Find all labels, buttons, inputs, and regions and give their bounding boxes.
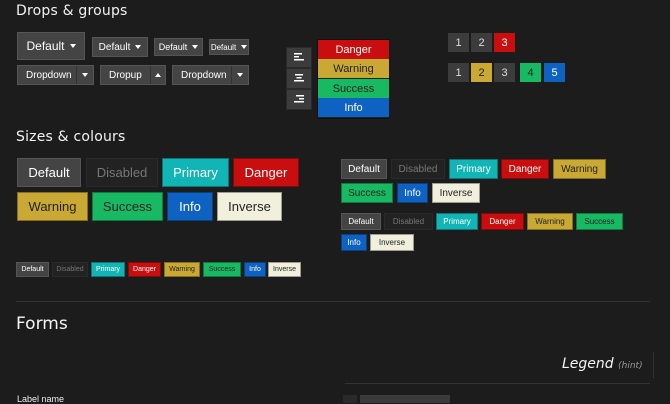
inverse-button-mini[interactable]: Inverse: [268, 262, 301, 277]
warning-button-medium[interactable]: Warning: [553, 159, 606, 179]
warning-button-large[interactable]: Warning: [17, 192, 88, 221]
primary-button-medium[interactable]: Primary: [449, 159, 498, 179]
success-button-mini[interactable]: Success: [203, 262, 241, 277]
caret-down-icon: [69, 44, 76, 48]
caret-down-icon: [241, 45, 248, 49]
warning-button-mini[interactable]: Warning: [164, 262, 200, 277]
inverse-button-small[interactable]: Inverse: [370, 234, 414, 251]
default-button-mini[interactable]: Default: [16, 262, 49, 277]
success-button-medium[interactable]: Success: [341, 183, 393, 203]
button-label: Default: [158, 42, 188, 52]
page-button-info[interactable]: 5: [544, 63, 565, 82]
default-button-large[interactable]: Default: [17, 158, 81, 187]
align-button-group: [286, 47, 312, 110]
inverse-button-large[interactable]: Inverse: [217, 192, 282, 221]
align-left-icon: [294, 53, 304, 61]
dropdown-menu: Danger Warning Success Info: [317, 39, 390, 119]
input-addon: [343, 395, 357, 403]
success-button-small[interactable]: Success: [576, 213, 623, 230]
menu-item-success[interactable]: Success: [318, 79, 389, 98]
success-button-large[interactable]: Success: [92, 192, 163, 221]
caret-down-icon: [135, 45, 142, 49]
danger-button-small[interactable]: Danger: [481, 213, 524, 230]
info-button-large[interactable]: Info: [167, 192, 213, 221]
info-button-mini[interactable]: Info: [244, 262, 266, 277]
menu-item-danger[interactable]: Danger: [318, 40, 389, 59]
split-dropup-button[interactable]: Dropup: [100, 65, 166, 85]
section-divider: [16, 301, 650, 302]
caret-down-icon: [192, 45, 199, 49]
split-toggle[interactable]: [150, 66, 165, 84]
section-title-drops: Drops & groups: [16, 3, 128, 19]
info-button-small[interactable]: Info: [341, 234, 367, 251]
caret-down-icon: [82, 73, 88, 77]
split-dropdown-button[interactable]: Dropdown: [17, 65, 94, 85]
default-button-small[interactable]: Default: [341, 213, 381, 230]
button-label: Dropup: [109, 69, 142, 81]
info-button-medium[interactable]: Info: [397, 183, 428, 203]
primary-button-mini[interactable]: Primary: [91, 262, 125, 277]
align-left-button[interactable]: [286, 47, 312, 68]
legend-title: Legend: [562, 356, 614, 372]
align-center-icon: [294, 74, 304, 82]
page-button[interactable]: 1: [448, 63, 469, 82]
caret-up-icon: [155, 73, 161, 77]
page-button[interactable]: 3: [494, 63, 515, 82]
menu-item-info[interactable]: Info: [318, 98, 389, 117]
legend-edge: [653, 352, 654, 378]
form-label: Label name: [17, 394, 65, 404]
legend-hint: (hint): [618, 361, 643, 371]
page-button-success[interactable]: 4: [520, 63, 541, 82]
dropdown-default-small[interactable]: Default: [154, 38, 203, 56]
dropdown-default-mini[interactable]: Default: [209, 39, 249, 55]
disabled-button-medium: Disabled: [391, 159, 445, 179]
split-toggle[interactable]: [231, 66, 248, 84]
button-label: Default: [210, 42, 237, 52]
page-button[interactable]: 2: [471, 33, 492, 52]
warning-button-small[interactable]: Warning: [527, 213, 573, 230]
align-right-button[interactable]: [286, 89, 312, 110]
danger-button-large[interactable]: Danger: [233, 158, 299, 187]
legend-divider: [345, 383, 650, 384]
button-label: Dropdown: [26, 69, 72, 81]
disabled-button-small: Disabled: [384, 213, 433, 230]
split-toggle[interactable]: [76, 66, 93, 84]
align-center-button[interactable]: [286, 68, 312, 89]
text-input[interactable]: [360, 395, 450, 403]
inverse-button-medium[interactable]: Inverse: [432, 183, 480, 203]
page-button[interactable]: 1: [448, 33, 469, 52]
disabled-button-mini: Disabled: [52, 262, 88, 277]
dropdown-default-medium[interactable]: Default: [92, 37, 148, 57]
default-button-medium[interactable]: Default: [341, 159, 387, 179]
caret-down-icon: [237, 73, 243, 77]
align-right-icon: [294, 95, 304, 103]
section-title-forms: Forms: [16, 314, 68, 334]
section-title-sizes: Sizes & colours: [16, 129, 126, 145]
danger-button-medium[interactable]: Danger: [501, 159, 549, 179]
page-button-active[interactable]: 3: [494, 33, 515, 52]
button-label: Dropdown: [181, 69, 227, 81]
dropdown-default-large[interactable]: Default: [17, 32, 85, 60]
split-dropdown-button-2[interactable]: Dropdown: [172, 65, 249, 85]
primary-button-small[interactable]: Primary: [436, 213, 478, 230]
primary-button-large[interactable]: Primary: [162, 158, 229, 187]
button-label: Default: [98, 41, 131, 53]
menu-item-warning[interactable]: Warning: [318, 59, 389, 78]
form-legend: Legend (hint): [562, 356, 643, 372]
danger-button-mini[interactable]: Danger: [128, 262, 161, 277]
page-button-active[interactable]: 2: [471, 63, 492, 82]
disabled-button-large: Disabled: [86, 158, 158, 187]
button-label: Default: [26, 39, 65, 53]
